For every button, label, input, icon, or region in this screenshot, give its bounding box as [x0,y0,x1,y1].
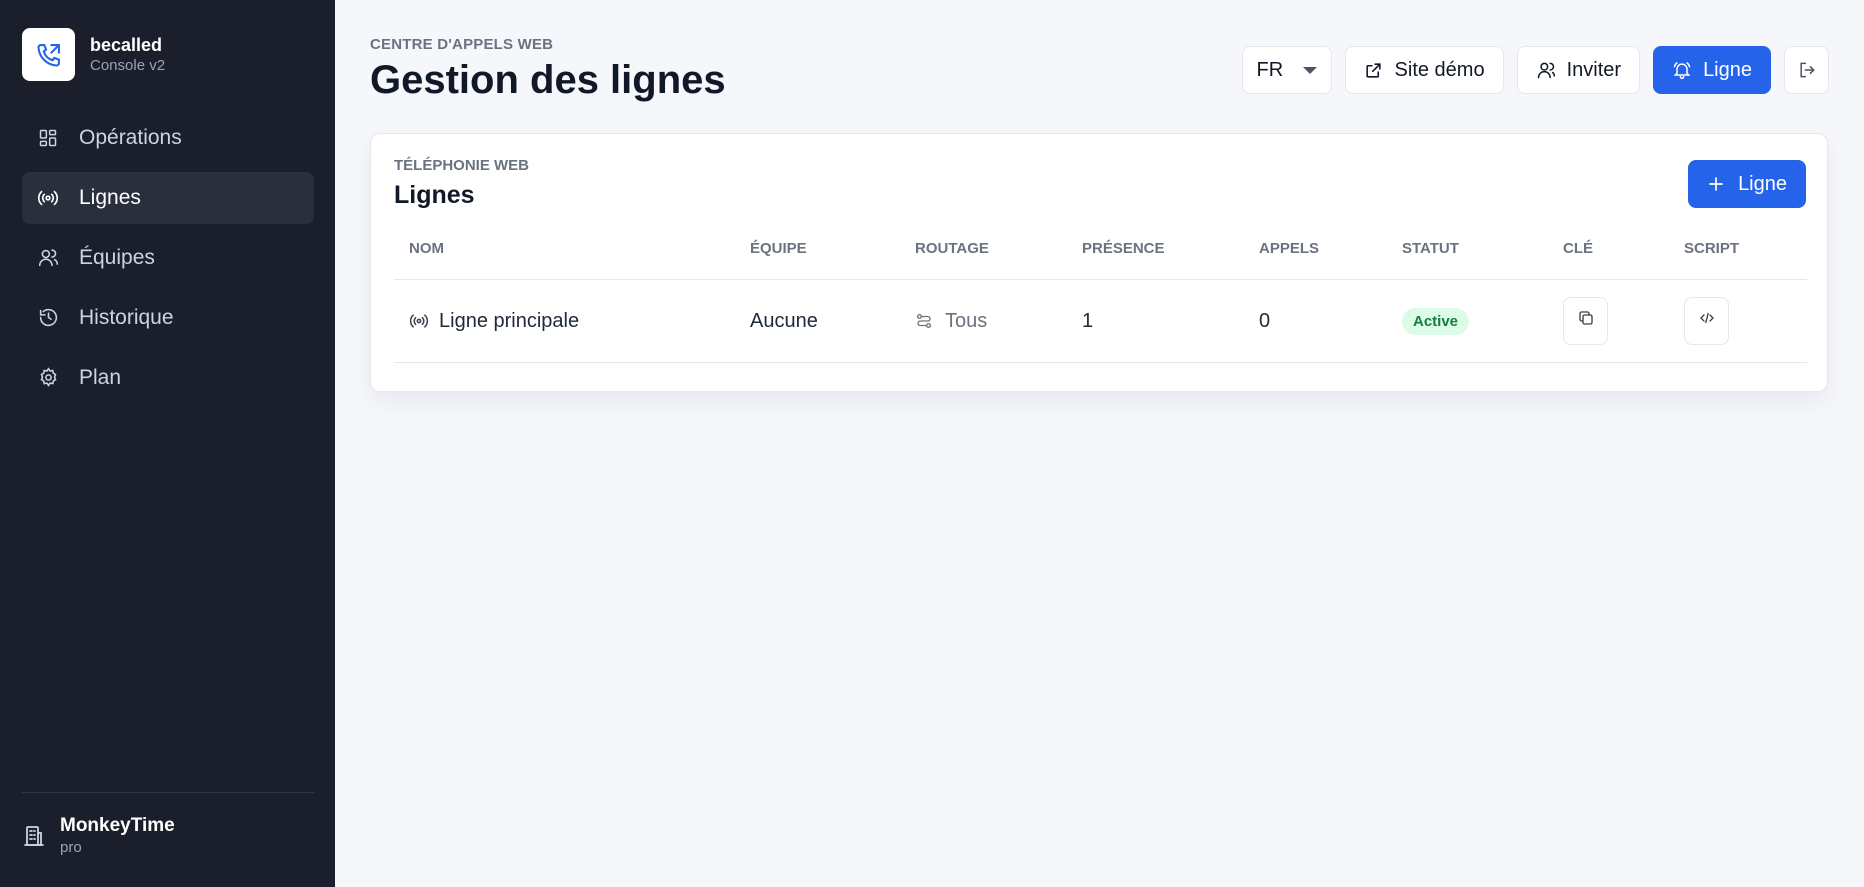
building-icon [22,824,46,848]
logout-icon [1797,60,1817,80]
key-cell [1563,280,1608,362]
column-header-presence[interactable]: PRÉSENCE [1082,218,1165,279]
demo-site-label: Site démo [1394,58,1485,81]
code-icon [1698,309,1716,333]
sidebar-item-label: Opérations [79,125,182,149]
new-line-button[interactable]: Ligne [1653,46,1771,94]
bell-icon [1672,60,1692,80]
line-routing-cell: Tous [915,280,987,362]
sidebar-nav: Opérations Lignes Équipes Historique Pla… [22,112,314,412]
sidebar-item-label: Historique [79,305,174,329]
status-badge: Active [1402,307,1470,335]
language-value: FR [1256,58,1284,81]
broadcast-icon [409,311,429,331]
invite-button[interactable]: Inviter [1516,46,1641,94]
line-routing: Tous [945,309,988,332]
script-cell [1684,280,1729,362]
line-name: Ligne principale [439,309,580,332]
new-line-label: Ligne [1703,58,1752,81]
sidebar-item-operations[interactable]: Opérations [22,112,314,164]
external-link-icon [1364,60,1384,80]
lines-card: TÉLÉPHONIE WEB Lignes Ligne NOM ÉQUIPE R… [370,133,1828,392]
invite-label: Inviter [1566,58,1622,81]
card-title: Lignes [394,181,475,209]
column-header-name[interactable]: NOM [409,218,444,279]
table-row[interactable]: Ligne principale Aucune Tous 1 0 Active [394,280,1807,363]
table-header: NOM ÉQUIPE ROUTAGE PRÉSENCE APPELS STATU… [394,218,1807,280]
line-calls: 0 [1259,309,1271,332]
script-button[interactable] [1684,297,1729,345]
status-cell: Active [1402,280,1470,362]
add-line-button[interactable]: Ligne [1688,160,1806,208]
sidebar-item-plan[interactable]: Plan [22,352,314,404]
sidebar-item-historique[interactable]: Historique [22,292,314,344]
demo-site-button[interactable]: Site démo [1344,46,1504,94]
column-header-status[interactable]: STATUT [1402,218,1459,279]
dashboard-grid-icon [37,127,59,149]
column-header-key[interactable]: CLÉ [1563,218,1593,279]
sidebar-item-label: Équipes [79,245,155,269]
page-eyebrow: CENTRE D'APPELS WEB [370,36,554,53]
column-header-team[interactable]: ÉQUIPE [750,218,807,279]
routing-icon [915,311,935,331]
line-name-cell[interactable]: Ligne principale [409,280,579,362]
broadcast-icon [37,187,59,209]
page-title: Gestion des lignes [370,58,726,102]
logout-button[interactable] [1784,46,1829,94]
column-header-script[interactable]: SCRIPT [1684,218,1739,279]
add-line-label: Ligne [1738,172,1787,195]
card-eyebrow: TÉLÉPHONIE WEB [394,157,530,174]
chevron-down-icon [1302,66,1317,74]
user-icon [1536,60,1556,80]
plus-icon [1707,174,1727,194]
brand[interactable]: becalled Console v2 [22,28,165,81]
gear-icon [37,367,59,389]
brand-name: becalled [90,34,163,55]
column-header-routing[interactable]: ROUTAGE [915,218,989,279]
organization-name: MonkeyTime [60,815,175,836]
sidebar-item-label: Lignes [79,185,141,209]
brand-subtitle: Console v2 [90,56,166,74]
copy-key-button[interactable] [1563,297,1608,345]
history-icon [37,307,59,329]
sidebar-item-lignes[interactable]: Lignes [22,171,314,224]
sidebar: becalled Console v2 Opérations Lignes Éq… [0,0,335,887]
language-select[interactable]: FR [1241,46,1332,94]
organization-info[interactable]: MonkeyTime pro [22,814,175,858]
line-presence: 1 [1082,309,1094,332]
line-team: Aucune [750,309,818,332]
sidebar-item-equipes[interactable]: Équipes [22,232,314,284]
sidebar-divider [22,792,314,793]
organization-plan: pro [60,839,82,856]
copy-icon [1577,309,1595,333]
phone-forward-icon [22,28,75,81]
sidebar-item-label: Plan [79,365,122,389]
header-toolbar: FR Site démo Inviter Ligne [1241,46,1829,94]
users-icon [37,247,59,269]
column-header-calls[interactable]: APPELS [1259,218,1319,279]
